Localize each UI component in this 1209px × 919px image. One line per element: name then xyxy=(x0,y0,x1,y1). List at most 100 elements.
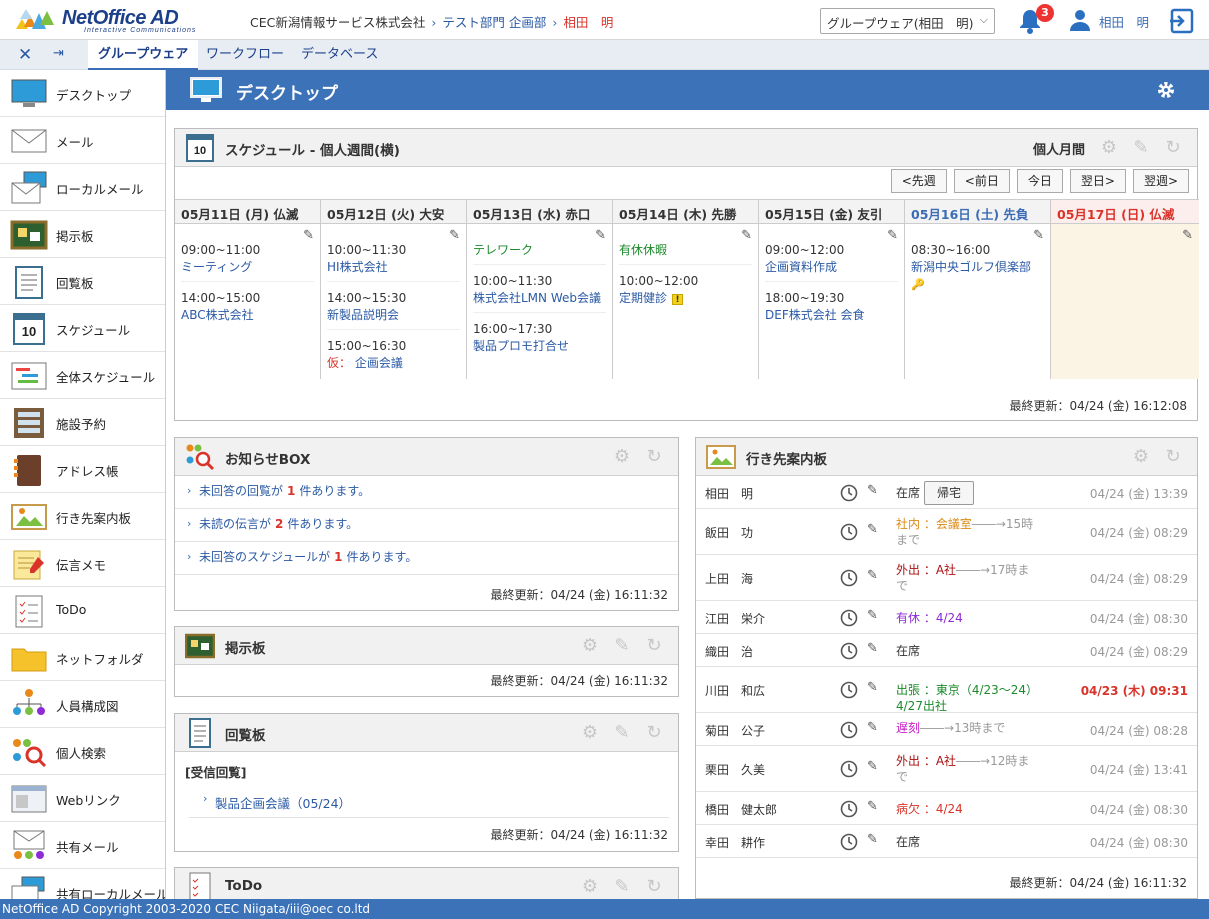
sidebar-item-shared-mail[interactable]: 共有メール xyxy=(0,822,165,869)
go-home-button[interactable]: 帰宅 xyxy=(924,481,974,505)
pencil-icon[interactable]: ✎ xyxy=(867,759,878,774)
sidebar-item-netfolder[interactable]: ネットフォルダ xyxy=(0,634,165,681)
next-day-button[interactable]: 翌日> xyxy=(1069,169,1126,193)
sidebar-item-mail[interactable]: メール xyxy=(0,117,165,164)
clock-icon[interactable] xyxy=(840,609,858,627)
sidebar-item-all-schedule[interactable]: 全体スケジュール xyxy=(0,352,165,399)
pencil-icon[interactable]: ✎ xyxy=(303,228,314,243)
sidebar-item-local-mail[interactable]: ローカルメール xyxy=(0,164,165,211)
clock-icon[interactable] xyxy=(840,833,858,851)
logout-icon[interactable] xyxy=(1168,7,1196,35)
notice-item[interactable]: 未回答の回覧が1件あります。 xyxy=(175,476,678,509)
sidebar-item-org-chart[interactable]: 人員構成図 xyxy=(0,681,165,728)
refresh-icon[interactable]: ↻ xyxy=(644,723,664,743)
clock-icon[interactable] xyxy=(840,681,858,699)
whereabouts-row[interactable]: 飯田 功 ✎ 社内 ：会議室――→15時まで 04/24 (金) 08:29 xyxy=(696,509,1197,555)
sidebar-item-todo[interactable]: ToDo xyxy=(0,587,165,634)
schedule-event[interactable]: 10:00~11:30 HI株式会社 xyxy=(327,242,460,282)
schedule-day-column[interactable]: 05月11日 (月) 仏滅 ✎ 09:00~11:00 ミーティング 14:00~15:… xyxy=(175,200,321,379)
schedule-day-column[interactable]: 05月17日 (日) 仏滅 ✎ xyxy=(1051,200,1199,379)
whereabouts-row[interactable]: 橋田 健太郎 ✎ 病欠 ：4/24 04/24 (金) 08:30 xyxy=(696,792,1197,825)
tab-database[interactable]: データベース xyxy=(291,40,388,70)
pencil-icon[interactable]: ✎ xyxy=(887,228,898,243)
schedule-event[interactable]: 10:00~11:30 株式会社LMN Web会議 xyxy=(473,273,606,313)
clock-icon[interactable] xyxy=(840,800,858,818)
gear-icon[interactable]: ⚙ xyxy=(580,636,600,656)
gear-icon[interactable] xyxy=(1156,80,1176,100)
schedule-event[interactable]: 10:00~12:00 定期健診! xyxy=(619,273,752,312)
user-menu[interactable]: 相田 明 xyxy=(1068,8,1149,32)
sidebar-item-circular[interactable]: 回覧板 xyxy=(0,258,165,305)
whereabouts-row[interactable]: 相田 明 ✎ 在席 帰宅 04/24 (金) 13:39 xyxy=(696,476,1197,509)
pencil-icon[interactable]: ✎ xyxy=(867,522,878,537)
gear-icon[interactable]: ⚙ xyxy=(612,447,632,467)
refresh-icon[interactable]: ↻ xyxy=(644,636,664,656)
sidebar-item-facility[interactable]: 施設予約 xyxy=(0,399,165,446)
schedule-day-column[interactable]: 05月16日 (土) 先負 ✎ 08:30~16:00 新潟中央ゴルフ倶楽部 🔑 xyxy=(905,200,1051,379)
schedule-day-column[interactable]: 05月15日 (金) 友引 ✎ 09:00~12:00 企画資料作成 18:00~19:… xyxy=(759,200,905,379)
pencil-icon[interactable]: ✎ xyxy=(867,483,878,498)
clock-icon[interactable] xyxy=(840,484,858,502)
pencil-icon[interactable]: ✎ xyxy=(1182,228,1193,243)
schedule-event[interactable]: 08:30~16:00 新潟中央ゴルフ倶楽部 🔑 xyxy=(911,242,1044,298)
pencil-icon[interactable]: ✎ xyxy=(867,680,878,695)
pencil-icon[interactable]: ✎ xyxy=(595,228,606,243)
prev-week-button[interactable]: <先週 xyxy=(890,169,947,193)
breadcrumb-company[interactable]: CEC新潟情報サービス株式会社 xyxy=(250,15,425,30)
whereabouts-row[interactable]: 上田 海 ✎ 外出 ：A社――→17時まで 04/24 (金) 08:29 xyxy=(696,555,1197,601)
refresh-icon[interactable]: ↻ xyxy=(644,447,664,467)
pencil-icon[interactable]: ✎ xyxy=(867,568,878,583)
pencil-icon[interactable]: ✎ xyxy=(867,641,878,656)
today-button[interactable]: 今日 xyxy=(1016,169,1063,193)
pencil-icon[interactable]: ✎ xyxy=(741,228,752,243)
monthly-view-link[interactable]: 個人月間 xyxy=(1033,139,1085,158)
next-week-button[interactable]: 翌週> xyxy=(1132,169,1189,193)
schedule-event[interactable]: 09:00~11:00 ミーティング xyxy=(181,242,314,282)
clock-icon[interactable] xyxy=(840,760,858,778)
pencil-icon[interactable]: ✎ xyxy=(612,636,632,656)
pencil-icon[interactable]: ✎ xyxy=(867,832,878,847)
pencil-icon[interactable]: ✎ xyxy=(612,723,632,743)
pencil-icon[interactable]: ✎ xyxy=(1033,228,1044,243)
schedule-event[interactable]: 09:00~12:00 企画資料作成 xyxy=(765,242,898,282)
tab-groupware[interactable]: グループウェア xyxy=(88,40,199,70)
pencil-icon[interactable]: ✎ xyxy=(867,608,878,623)
schedule-event[interactable]: 14:00~15:30 新製品説明会 xyxy=(327,290,460,330)
notice-item[interactable]: 未読の伝言が2件あります。 xyxy=(175,509,678,542)
close-icon[interactable]: ✕ xyxy=(18,45,32,65)
breadcrumb-dept[interactable]: テスト部門 企画部 xyxy=(442,15,546,30)
sidebar-item-weblink[interactable]: Webリンク xyxy=(0,775,165,822)
schedule-event[interactable]: 18:00~19:30 DEF株式会社 会食 xyxy=(765,290,898,329)
clock-icon[interactable] xyxy=(840,721,858,739)
sidebar-item-whereabouts[interactable]: 行き先案内板 xyxy=(0,493,165,540)
gear-icon[interactable]: ⚙ xyxy=(1099,138,1119,158)
sidebar-item-desktop[interactable]: デスクトップ xyxy=(0,70,165,117)
refresh-icon[interactable]: ↻ xyxy=(644,877,664,897)
pencil-icon[interactable]: ✎ xyxy=(449,228,460,243)
circular-item[interactable]: › 製品企画会議（05/24） xyxy=(189,786,669,818)
notice-item[interactable]: 未回答のスケジュールが1件あります。 xyxy=(175,542,678,575)
gear-icon[interactable]: ⚙ xyxy=(1131,447,1151,467)
refresh-icon[interactable]: ↻ xyxy=(1163,447,1183,467)
whereabouts-row[interactable]: 川田 和広 ✎ 出張 ：東京（4/23～24）4/27出社 04/23 (木) 09:… xyxy=(696,667,1197,713)
schedule-event[interactable]: 有休休暇 xyxy=(619,242,752,265)
sidebar-item-bbs[interactable]: 掲示板 xyxy=(0,211,165,258)
prev-day-button[interactable]: <前日 xyxy=(953,169,1010,193)
whereabouts-row[interactable]: 栗田 久美 ✎ 外出 ：A社――→12時まで 04/24 (金) 13:41 xyxy=(696,746,1197,792)
clock-icon[interactable] xyxy=(840,569,858,587)
whereabouts-row[interactable]: 菊田 公子 ✎ 遅刻――→13時まで 04/24 (金) 08:28 xyxy=(696,713,1197,746)
whereabouts-row[interactable]: 幸田 耕作 ✎ 在席 04/24 (金) 08:30 xyxy=(696,825,1197,858)
app-logo[interactable]: NetOffice AD Interactive Communications xyxy=(12,3,222,37)
sidebar-item-schedule[interactable]: 10 スケジュール xyxy=(0,305,165,352)
gear-icon[interactable]: ⚙ xyxy=(580,723,600,743)
schedule-day-column[interactable]: 05月14日 (木) 先勝 ✎ 有休休暇 10:00~12:00 定期健診! xyxy=(613,200,759,379)
pencil-icon[interactable]: ✎ xyxy=(612,877,632,897)
expand-icon[interactable]: ⇥ xyxy=(53,46,64,61)
sidebar-item-memo[interactable]: 伝言メモ xyxy=(0,540,165,587)
sidebar-item-address[interactable]: アドレス帳 xyxy=(0,446,165,493)
schedule-day-column[interactable]: 05月13日 (水) 赤口 ✎ テレワーク 10:00~11:30 株式会社LMN We… xyxy=(467,200,613,379)
clock-icon[interactable] xyxy=(840,642,858,660)
schedule-event[interactable]: 16:00~17:30 製品プロモ打合せ xyxy=(473,321,606,360)
schedule-event[interactable]: テレワーク xyxy=(473,242,606,265)
pencil-icon[interactable]: ✎ xyxy=(867,799,878,814)
